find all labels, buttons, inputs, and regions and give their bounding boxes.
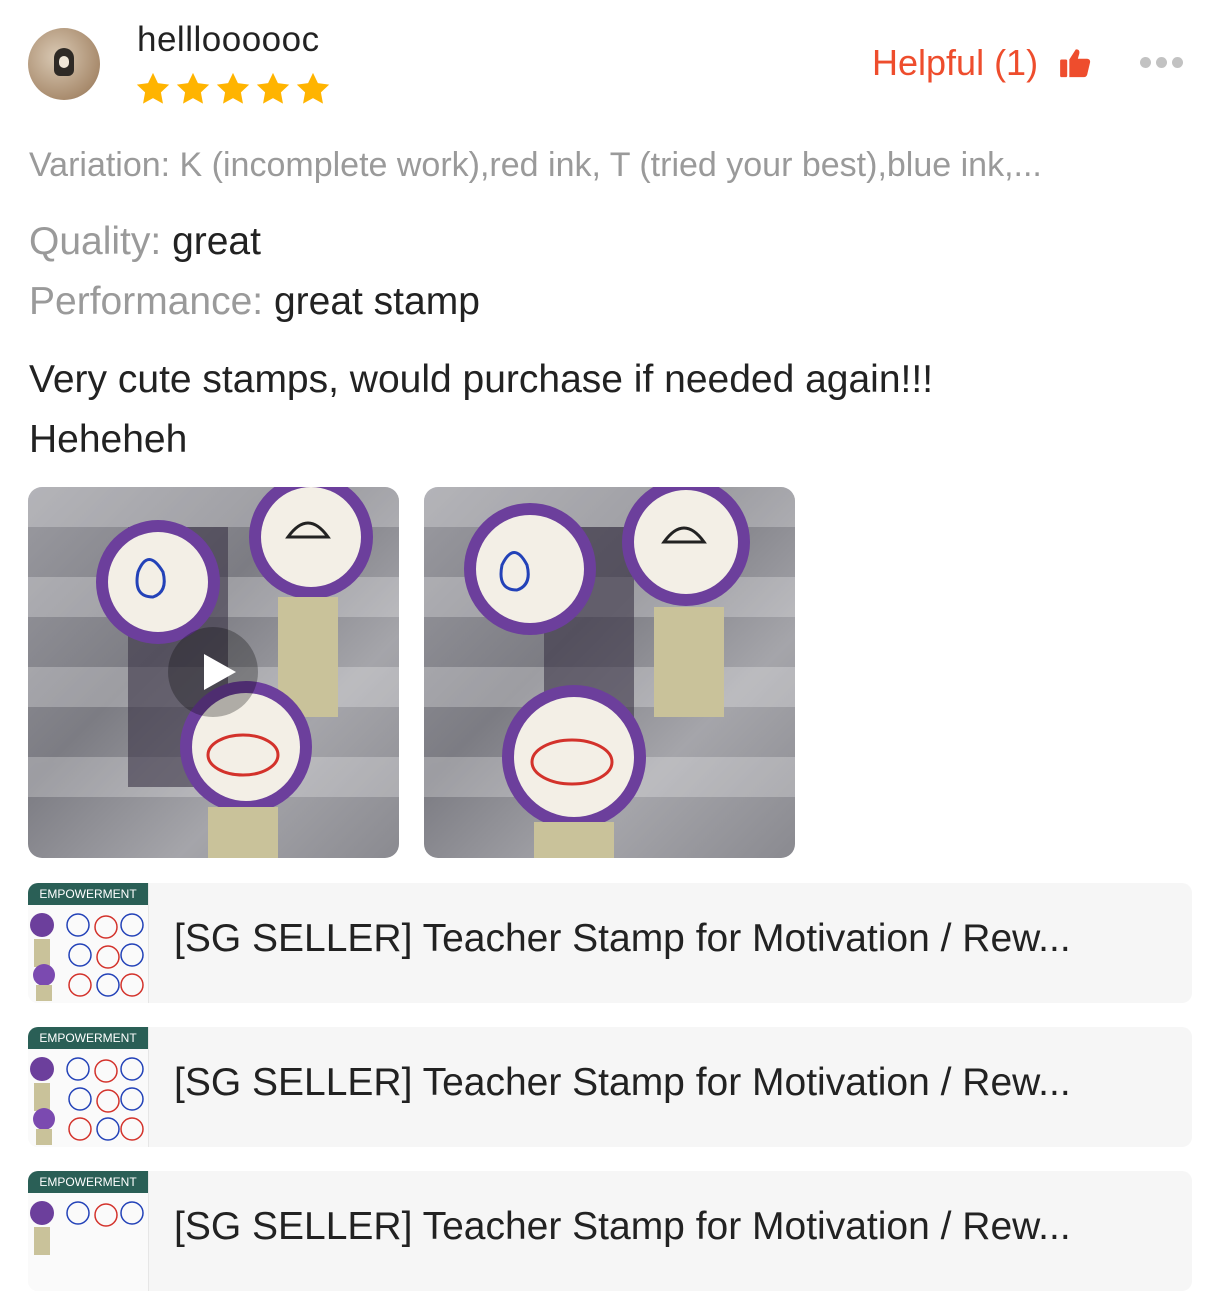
review-photo[interactable]: [424, 487, 795, 858]
avatar-figure: [54, 48, 74, 76]
performance-value: great stamp: [273, 280, 480, 323]
quality-row: Quality: great: [29, 220, 261, 264]
product-title: [SG SELLER] Teacher Stamp for Motivation…: [174, 1061, 1071, 1104]
star-icon: [176, 72, 210, 104]
quality-value: great: [172, 220, 261, 263]
star-rating: [134, 70, 332, 108]
product-image: [30, 1057, 144, 1145]
product-title: [SG SELLER] Teacher Stamp for Motivation…: [174, 917, 1071, 960]
performance-key: Performance:: [29, 280, 264, 323]
avatar[interactable]: [28, 28, 100, 100]
reviewer-name: hellloooooc: [137, 20, 320, 59]
product-image: [30, 1201, 144, 1255]
star-icon: [216, 72, 250, 104]
product-card[interactable]: EMPOWERMENT [SG SELLER] Teacher Stamp fo…: [28, 883, 1192, 1003]
empowerment-tag: EMPOWERMENT: [28, 883, 148, 905]
helpful-label: Helpful (1): [872, 42, 1039, 83]
helpful-button[interactable]: Helpful (1): [872, 42, 1092, 84]
performance-row: Performance: great stamp: [29, 280, 480, 324]
play-icon[interactable]: [168, 627, 258, 717]
star-icon: [296, 72, 330, 104]
star-icon: [256, 72, 290, 104]
thumbs-up-icon: [1060, 49, 1091, 78]
product-thumbnail: EMPOWERMENT: [28, 1171, 149, 1291]
empowerment-tag: EMPOWERMENT: [28, 1027, 148, 1049]
product-title: [SG SELLER] Teacher Stamp for Motivation…: [174, 1205, 1071, 1248]
product-thumbnail: EMPOWERMENT: [28, 1027, 149, 1147]
review-line: Heheheh: [29, 418, 188, 461]
star-icon: [136, 72, 170, 104]
review-video-thumbnail[interactable]: [28, 487, 399, 858]
quality-key: Quality:: [29, 220, 162, 263]
review-line: Very cute stamps, would purchase if need…: [29, 358, 934, 401]
product-card[interactable]: EMPOWERMENT [SG SELLER] Teacher Stamp fo…: [28, 1027, 1192, 1147]
variation-text: Variation: K (incomplete work),red ink, …: [29, 146, 1042, 184]
empowerment-tag: EMPOWERMENT: [28, 1171, 148, 1193]
product-thumbnail: EMPOWERMENT: [28, 883, 149, 1003]
product-image: [30, 913, 144, 1001]
stamps-photo: [424, 487, 795, 858]
more-dots-icon[interactable]: [1140, 57, 1183, 68]
product-card[interactable]: EMPOWERMENT [SG SELLER] Teacher Stamp fo…: [28, 1171, 1192, 1291]
review-text: Very cute stamps, would purchase if need…: [29, 350, 1189, 470]
